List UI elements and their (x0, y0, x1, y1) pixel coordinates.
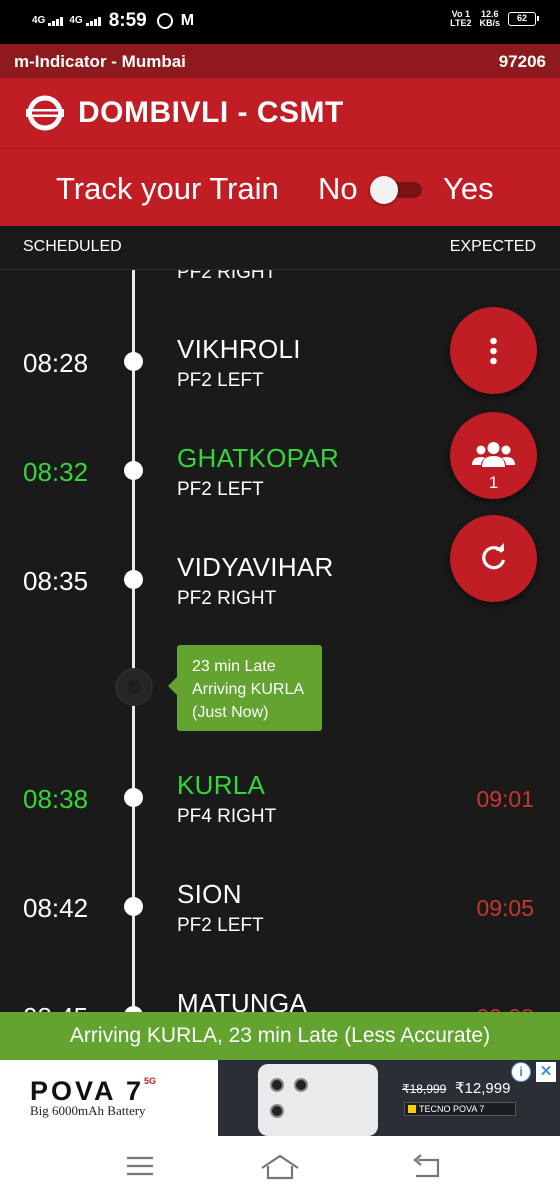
status-left: 4G 4G 8:59 M (32, 10, 194, 32)
status-right: Vo 1 LTE2 12.6 KB/s 62 (450, 9, 539, 28)
station-name: VIKHROLI (177, 334, 301, 364)
station-name: SION (177, 879, 242, 909)
status-banner: Arriving KURLA, 23 min Late (Less Accura… (0, 1012, 560, 1060)
tooltip-line: (Just Now) (192, 704, 269, 721)
toggle-knob (370, 176, 398, 204)
track-toggle[interactable] (370, 176, 422, 204)
station-name: VIDYAVIHAR (177, 552, 334, 582)
metro-logo-icon (26, 95, 64, 131)
late-tooltip: 23 min Late Arriving KURLA (Just Now) (168, 645, 322, 731)
platform-info: PF2 LEFT (177, 915, 264, 936)
ad-info-icon[interactable]: i (511, 1062, 531, 1082)
screen: 4G 4G 8:59 M Vo 1 LTE2 12.6 KB/s 62 m-In… (0, 0, 560, 1200)
expected-time: 09:01 (476, 786, 534, 812)
network-type-1: 4G (32, 15, 46, 26)
platform-info: PF2 RIGHT (177, 588, 277, 609)
expected-header: EXPECTED (449, 238, 536, 255)
platform-info: PF2 LEFT (177, 479, 264, 500)
ad-banner[interactable]: POVA 75G Big 6000mAh Battery ₹18,999 ₹12… (0, 1060, 560, 1136)
ad-subtitle: Big 6000mAh Battery (30, 1103, 146, 1118)
ad-new-price: ₹12,999 (455, 1080, 511, 1097)
ad-old-price: ₹18,999 (402, 1082, 447, 1096)
station-dot (124, 788, 143, 807)
network-type-2: 4G (69, 15, 83, 26)
ad-close-icon[interactable]: ✕ (536, 1062, 556, 1082)
station-name: KURLA (177, 770, 266, 800)
refresh-button[interactable] (450, 515, 537, 602)
previous-platform: PF2 RIGHT (177, 270, 277, 283)
ad-panel: ₹18,999 ₹12,999 TECNO POVA 7 i ✕ (218, 1060, 560, 1136)
station-row[interactable]: 08:45 MATUNGA 09:08 (0, 984, 560, 1012)
scheduled-time: 08:42 (23, 893, 89, 923)
ad-search-tag[interactable]: TECNO POVA 7 (404, 1102, 516, 1116)
expected-time: 09:05 (476, 895, 534, 921)
tooltip-line: 23 min Late (192, 658, 276, 675)
group-count: 1 (488, 473, 499, 492)
scheduled-time: 08:32 (23, 457, 89, 487)
station-name: MATUNGA (177, 988, 308, 1012)
scheduled-header: SCHEDULED (23, 238, 122, 255)
home-icon[interactable] (260, 1154, 300, 1180)
phone-image (258, 1064, 378, 1136)
app-id: 97206 (498, 52, 546, 71)
station-dot (124, 352, 143, 371)
refresh-icon (482, 543, 506, 570)
scheduled-time: 08:45 (23, 1002, 88, 1012)
app-title: m-Indicator - Mumbai (14, 52, 186, 71)
menu-icon[interactable] (126, 1154, 154, 1178)
station-row[interactable]: 08:42 SION PF2 LEFT 09:05 (0, 875, 560, 975)
platform-info: PF4 RIGHT (177, 806, 277, 827)
navigation-bar (0, 1136, 560, 1200)
track-label: Track your Train (56, 171, 279, 206)
route-title: DOMBIVLI - CSMT (78, 96, 344, 129)
group-button[interactable]: 1 (450, 412, 537, 499)
track-no-label: No (318, 171, 358, 206)
platform-info: PF2 LEFT (177, 370, 264, 391)
station-dot (124, 461, 143, 480)
scheduled-time: 08:28 (23, 348, 89, 378)
app-bar: m-Indicator - Mumbai 97206 (0, 44, 560, 78)
signal-icon-2: 4G (69, 15, 101, 26)
station-dot (124, 570, 143, 589)
gmail-icon: M (180, 12, 195, 29)
train-position-marker (115, 668, 153, 706)
network-speed: 12.6 KB/s (479, 9, 500, 28)
more-vertical-icon (490, 337, 497, 365)
signal-icon-1: 4G (32, 15, 64, 26)
station-row[interactable]: 08:38 KURLA PF4 RIGHT 09:01 (0, 766, 560, 866)
route-header: DOMBIVLI - CSMT (0, 78, 560, 148)
status-bar: 4G 4G 8:59 M Vo 1 LTE2 12.6 KB/s 62 (0, 0, 560, 44)
back-icon[interactable] (412, 1154, 442, 1180)
station-dot (124, 897, 143, 916)
tooltip-line: Arriving KURLA (192, 681, 305, 698)
clock: 8:59 (108, 10, 147, 31)
scheduled-time: 08:35 (23, 566, 89, 596)
track-train-bar: Track your Train No Yes (0, 148, 560, 226)
track-yes-label: Yes (443, 171, 494, 206)
scheduled-time: 08:38 (23, 784, 89, 814)
battery-icon: 62 (508, 12, 539, 26)
volte-indicator: Vo 1 LTE2 (450, 9, 472, 28)
expected-time: 09:08 (476, 1004, 534, 1012)
whatsapp-icon (156, 13, 173, 29)
station-name: GHATKOPAR (177, 443, 340, 473)
column-header: SCHEDULED EXPECTED (0, 226, 560, 270)
more-options-button[interactable] (450, 307, 537, 394)
